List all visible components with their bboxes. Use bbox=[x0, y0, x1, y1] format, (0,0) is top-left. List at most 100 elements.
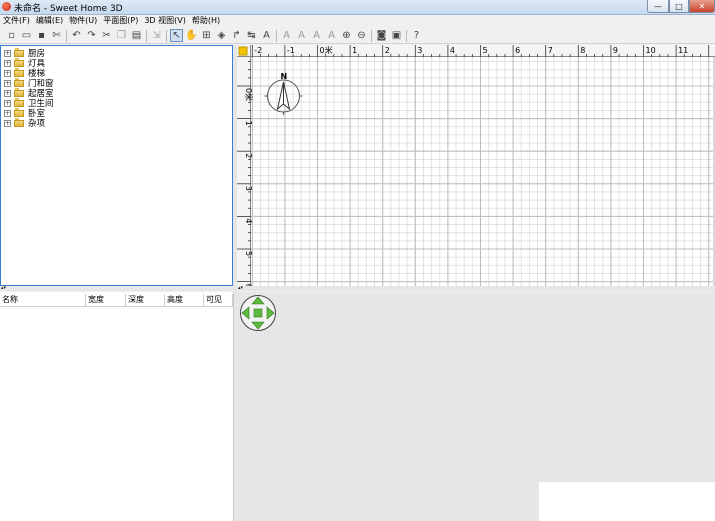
folder-icon bbox=[14, 107, 24, 117]
app-icon bbox=[2, 2, 11, 11]
toolbar-separator bbox=[66, 29, 67, 42]
tree-item-label: 杂项 bbox=[28, 119, 46, 129]
menu-item[interactable]: 物件(U) bbox=[66, 15, 100, 27]
expand-icon[interactable]: + bbox=[4, 79, 11, 87]
ruler-label: 5 bbox=[483, 46, 488, 55]
ruler-label: 0米 bbox=[320, 45, 333, 55]
open-folder-icon[interactable]: ▭ bbox=[20, 29, 33, 42]
compass-north-label: N bbox=[281, 72, 288, 81]
help-icon[interactable]: ? bbox=[410, 29, 423, 42]
folder-icon bbox=[14, 77, 24, 87]
ruler-label: 10 bbox=[646, 46, 656, 55]
text-style-icon[interactable]: A bbox=[295, 29, 308, 42]
create-video-icon[interactable]: ▣ bbox=[390, 29, 403, 42]
expand-icon[interactable]: + bbox=[4, 69, 11, 77]
pan-mode-icon[interactable]: ✋ bbox=[185, 29, 198, 42]
toolbar: ▫ ▭ ▪ ✄ ↶ ↷ ✂ ❐ ▤ ⇲ ↖ ✋ ⊞ ◈ ↱ ↹ A A A A A ⊕ ⊖ ◙ ▣? bbox=[0, 28, 715, 44]
ruler-label: 6 bbox=[515, 46, 520, 55]
cut-icon[interactable]: ✂ bbox=[100, 29, 113, 42]
plan-canvas[interactable]: -2-10米12345678910110米123456N bbox=[237, 45, 715, 286]
copy-icon[interactable]: ❐ bbox=[115, 29, 128, 42]
menu-item[interactable]: 帮助(H) bbox=[189, 15, 223, 27]
furniture-table-header: 名称 宽度 深度 高度 可见 bbox=[0, 294, 233, 307]
menu-bar: 文件(F) 编辑(E) 物件(U) 平面图(P) 3D 视图(V) 帮助(H) bbox=[0, 15, 715, 27]
folder-icon bbox=[14, 67, 24, 77]
ruler-label: 7 bbox=[548, 46, 553, 55]
furniture-catalog-tree[interactable]: + 厨房 + 灯具 + 楼梯 + 门和窗 + 起居室 + 卫生间 + 卧室 + 杂项 bbox=[0, 45, 233, 286]
folder-icon bbox=[14, 87, 24, 97]
furniture-table[interactable]: 名称 宽度 深度 高度 可见 bbox=[0, 292, 234, 521]
ruler-label: 4 bbox=[450, 46, 455, 55]
navigation-arrows-icon[interactable] bbox=[239, 294, 277, 332]
close-button[interactable]: ✕ bbox=[689, 0, 715, 13]
expand-icon[interactable]: + bbox=[4, 59, 11, 67]
ruler-label: 3 bbox=[244, 186, 253, 191]
expand-icon[interactable]: + bbox=[4, 109, 11, 117]
plan-view[interactable]: -2-10米12345678910110米123456N bbox=[237, 45, 715, 286]
menu-item[interactable]: 3D 视图(V) bbox=[141, 15, 189, 27]
ruler-label: 1 bbox=[244, 121, 253, 126]
title-bar[interactable]: 未命名 - Sweet Home 3D — □ ✕ bbox=[0, 0, 715, 15]
toolbar-separator bbox=[371, 29, 372, 42]
ruler-label: 2 bbox=[385, 46, 390, 55]
column-header[interactable]: 宽度 bbox=[86, 294, 126, 306]
text-style-icon[interactable]: A bbox=[310, 29, 323, 42]
grid-background bbox=[251, 57, 715, 286]
create-walls-icon[interactable]: ⊞ bbox=[200, 29, 213, 42]
menu-item[interactable]: 编辑(E) bbox=[33, 15, 66, 27]
add-text-icon[interactable]: A bbox=[260, 29, 273, 42]
column-header[interactable]: 名称 bbox=[0, 294, 86, 306]
expand-icon[interactable]: + bbox=[4, 89, 11, 97]
column-header[interactable]: 深度 bbox=[126, 294, 165, 306]
toolbar-separator bbox=[406, 29, 407, 42]
blank-area bbox=[539, 482, 715, 521]
ruler-label: 2 bbox=[244, 153, 253, 158]
minimize-button[interactable]: — bbox=[647, 0, 669, 13]
text-style-icon[interactable]: A bbox=[280, 29, 293, 42]
new-file-icon[interactable]: ▫ bbox=[5, 29, 18, 42]
splitter-arrow-icon: ▴▾ bbox=[238, 285, 244, 291]
menu-item[interactable]: 文件(F) bbox=[0, 15, 33, 27]
menu-item[interactable]: 平面图(P) bbox=[100, 15, 141, 27]
ruler-label: 4 bbox=[244, 218, 253, 223]
ruler-corner-icon bbox=[238, 46, 248, 56]
zoom-out-icon[interactable]: ⊖ bbox=[355, 29, 368, 42]
plan-3d-splitter[interactable]: ▴▾ bbox=[237, 286, 715, 291]
window-title: 未命名 - Sweet Home 3D bbox=[14, 4, 123, 14]
ruler-label: -2 bbox=[254, 46, 262, 55]
column-header[interactable]: 高度 bbox=[165, 294, 204, 306]
ruler-label: 3 bbox=[417, 46, 422, 55]
ruler-label: 0米 bbox=[244, 88, 254, 101]
undo-icon[interactable]: ↶ bbox=[70, 29, 83, 42]
ruler-label: 5 bbox=[244, 251, 253, 256]
catalog-splitter[interactable]: ▴▾ bbox=[0, 286, 233, 291]
folder-icon bbox=[14, 97, 24, 107]
ruler-label: 9 bbox=[613, 46, 618, 55]
maximize-button[interactable]: □ bbox=[669, 0, 689, 13]
zoom-in-icon[interactable]: ⊕ bbox=[340, 29, 353, 42]
create-dimensions-icon[interactable]: ↹ bbox=[245, 29, 258, 42]
expand-icon[interactable]: + bbox=[4, 99, 11, 107]
cut-icon[interactable]: ✄ bbox=[50, 29, 63, 42]
vertical-ruler bbox=[237, 45, 251, 286]
expand-icon[interactable]: + bbox=[4, 49, 11, 57]
ruler-label: -1 bbox=[287, 46, 295, 55]
column-header[interactable]: 可见 bbox=[204, 294, 233, 306]
folder-icon bbox=[14, 47, 24, 57]
select-mode-icon[interactable]: ↖ bbox=[170, 29, 183, 42]
text-style-icon[interactable]: A bbox=[325, 29, 338, 42]
redo-icon[interactable]: ↷ bbox=[85, 29, 98, 42]
ruler-label: 11 bbox=[678, 46, 688, 55]
splitter-arrow-icon: ▴▾ bbox=[1, 285, 7, 291]
create-photo-icon[interactable]: ◙ bbox=[375, 29, 388, 42]
tree-item[interactable]: + 杂项 bbox=[4, 117, 46, 129]
ruler-label: 8 bbox=[580, 46, 585, 55]
folder-icon bbox=[14, 117, 24, 127]
expand-icon[interactable]: + bbox=[4, 119, 11, 127]
create-polylines-icon[interactable]: ↱ bbox=[230, 29, 243, 42]
create-rooms-icon[interactable]: ◈ bbox=[215, 29, 228, 42]
save-icon[interactable]: ▪ bbox=[35, 29, 48, 42]
paste-icon[interactable]: ▤ bbox=[130, 29, 143, 42]
add-furniture-icon[interactable]: ⇲ bbox=[150, 29, 163, 42]
ruler-label: 1 bbox=[352, 46, 357, 55]
